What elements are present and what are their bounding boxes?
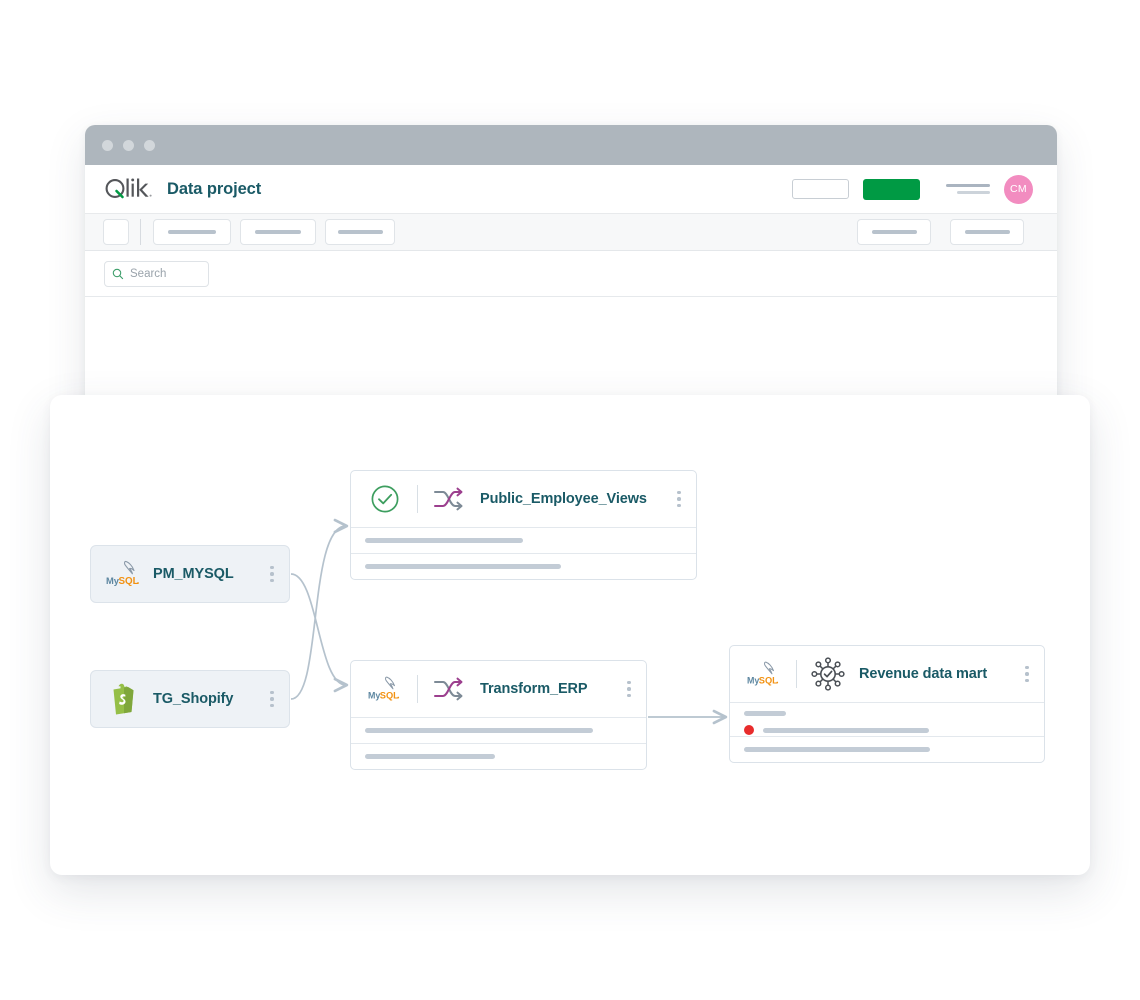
svg-text:My: My [747, 675, 759, 685]
avatar[interactable]: CM [1004, 174, 1033, 204]
svg-text:SQL: SQL [119, 576, 139, 587]
header-actions: CM [792, 174, 1033, 204]
toolbar-chip-2[interactable] [240, 219, 316, 245]
data-mart-hub-icon [811, 657, 845, 691]
detail-status-line [744, 725, 1044, 735]
user-name-placeholder [946, 184, 990, 187]
toolbar-chip-label-placeholder [871, 230, 917, 234]
flow-node-label: TG_Shopify [153, 691, 234, 707]
toolbar-chip-label-placeholder [168, 230, 216, 234]
flow-card-detail-row [351, 553, 696, 579]
shopify-icon [105, 682, 143, 716]
status-badge [744, 725, 754, 735]
user-info-placeholder [946, 184, 990, 194]
search-row: Search [85, 251, 1057, 297]
toolbar-chip-label-placeholder [255, 230, 301, 234]
svg-text:SQL: SQL [380, 690, 399, 700]
header-primary-button[interactable] [863, 178, 920, 200]
qlik-logo-icon[interactable] [103, 177, 153, 201]
window-maximize-dot[interactable] [144, 139, 155, 151]
mysql-icon: My SQL [746, 658, 782, 690]
toolbar [85, 213, 1057, 251]
flow-card-title: Transform_ERP [480, 681, 588, 697]
divider [417, 485, 418, 513]
mysql-icon: My SQL [105, 557, 143, 591]
flow-card-detail-row [351, 743, 646, 769]
search-input[interactable]: Search [104, 260, 209, 287]
toolbar-right-actions [857, 219, 1033, 245]
toolbar-chip-label-placeholder [337, 230, 383, 234]
divider [417, 675, 418, 703]
flow-card-detail-row [351, 527, 696, 553]
mysql-icon: My SQL [367, 673, 403, 705]
flow-node-pm-mysql[interactable]: My SQL PM_MYSQL [90, 545, 290, 603]
kebab-menu-icon[interactable] [1020, 665, 1034, 683]
check-circle-icon [367, 483, 403, 515]
detail-placeholder-bar [744, 747, 930, 752]
header-secondary-button[interactable] [792, 179, 849, 199]
detail-placeholder-bar [365, 564, 561, 569]
flow-card-title: Revenue data mart [859, 666, 988, 682]
flow-edges [290, 518, 728, 725]
user-role-placeholder [957, 191, 990, 194]
detail-placeholder-bar [365, 728, 593, 733]
toolbar-chip-1[interactable] [153, 219, 231, 245]
svg-text:SQL: SQL [759, 675, 778, 685]
flow-canvas-panel: My SQL PM_MYSQL TG_Shopify Public_Employ… [50, 395, 1090, 875]
kebab-menu-icon[interactable] [265, 565, 279, 583]
kebab-menu-icon[interactable] [622, 680, 636, 698]
flow-card-detail-row [351, 717, 646, 743]
toolbar-right-chip-2[interactable] [950, 219, 1024, 245]
toolbar-chip-label-placeholder [964, 230, 1010, 234]
flow-card-header: Public_Employee_Views [351, 471, 696, 527]
svg-text:My: My [368, 690, 380, 700]
flow-node-tg-shopify[interactable]: TG_Shopify [90, 670, 290, 728]
flow-card-revenue-data-mart[interactable]: My SQL Revenue data mart [729, 645, 1045, 763]
flow-card-public-employee-views[interactable]: Public_Employee_Views [350, 470, 697, 580]
flow-card-title: Public_Employee_Views [480, 491, 647, 507]
edge-tg-shopify-to-public-views [290, 518, 349, 700]
window-minimize-dot[interactable] [123, 139, 134, 151]
flow-card-header: My SQL Transform_ERP [351, 661, 646, 717]
toolbar-chip-3[interactable] [325, 219, 395, 245]
window-close-dot[interactable] [102, 139, 113, 151]
detail-placeholder-bar [744, 711, 786, 716]
search-icon [112, 268, 124, 279]
detail-placeholder-bar [365, 538, 523, 543]
toolbar-icon-button[interactable] [103, 219, 129, 245]
flow-node-label: PM_MYSQL [153, 566, 234, 582]
kebab-menu-icon[interactable] [265, 690, 279, 708]
toolbar-divider [140, 219, 141, 245]
transform-shuffle-icon [432, 484, 466, 514]
window-titlebar [85, 125, 1057, 165]
detail-placeholder-bar [365, 754, 495, 759]
app-header: Data project CM [85, 165, 1057, 213]
transform-shuffle-icon [432, 674, 466, 704]
toolbar-right-chip-1[interactable] [857, 219, 931, 245]
flow-card-header: My SQL Revenue data mart [730, 646, 1044, 702]
page-title: Data project [167, 179, 262, 198]
divider [796, 660, 797, 688]
search-placeholder: Search [130, 267, 167, 280]
kebab-menu-icon[interactable] [672, 490, 686, 508]
flow-card-detail-row [730, 736, 1044, 762]
flow-card-transform-erp[interactable]: My SQL Transform_ERP [350, 660, 647, 770]
detail-placeholder-bar [763, 727, 929, 733]
flow-card-detail-row [730, 702, 1044, 736]
